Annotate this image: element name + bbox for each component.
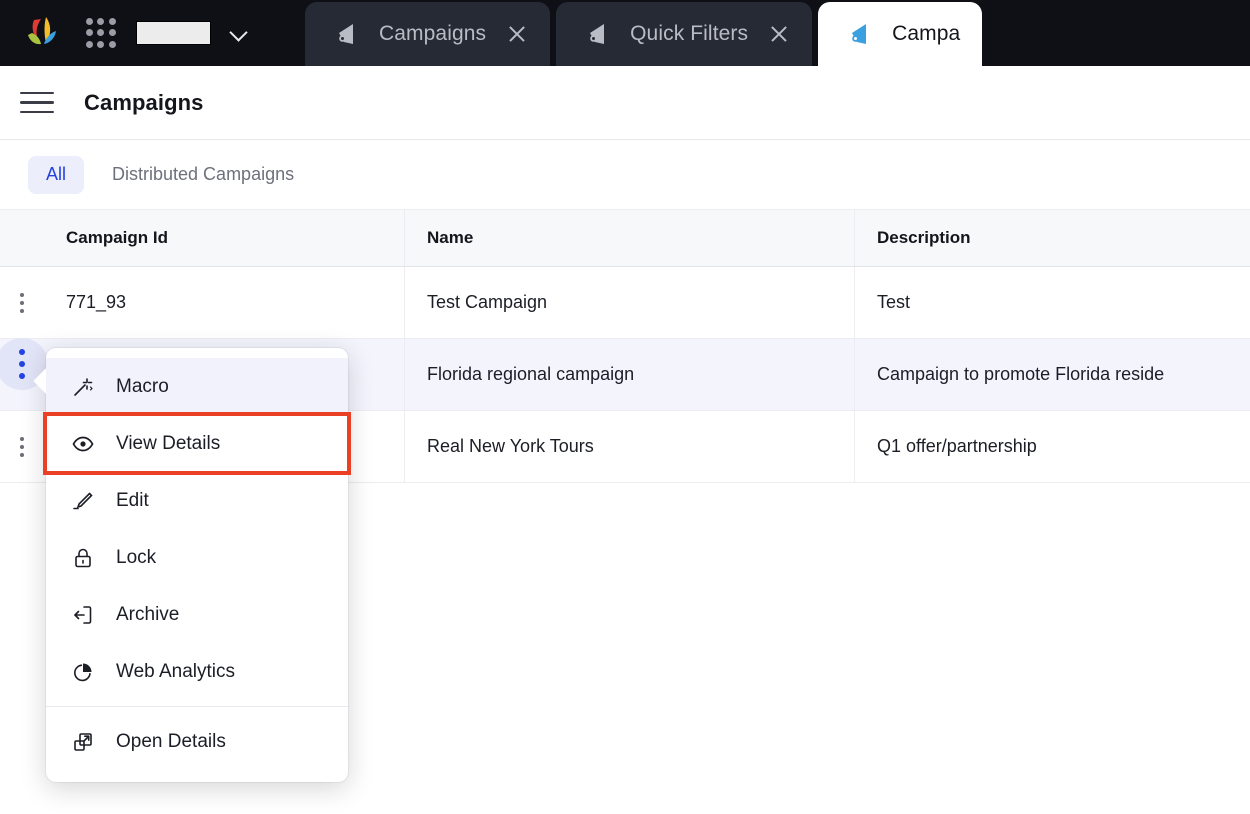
cell-name: Test Campaign (405, 267, 855, 338)
megaphone-icon (331, 20, 359, 48)
filter-tab-all[interactable]: All (28, 155, 85, 194)
context-menu-item-label: View Details (116, 432, 221, 454)
browser-tab-strip: Campaigns Quick Filters Campa (0, 0, 1250, 66)
row-actions-kebab[interactable] (0, 267, 44, 338)
table-row[interactable]: 771_93 Test Campaign Test (0, 267, 1250, 339)
cell-campaign-id: 771_93 (44, 267, 405, 338)
context-menu-item-lock[interactable]: Lock (46, 529, 348, 586)
page-header: Campaigns (0, 66, 1250, 140)
megaphone-icon (844, 20, 872, 48)
cell-description: Q1 offer/partnership (877, 436, 1037, 456)
context-menu-item-archive[interactable]: Archive (46, 586, 348, 643)
context-menu-item-label: Archive (116, 603, 180, 625)
row-actions-kebab[interactable] (0, 411, 44, 482)
eye-icon (70, 431, 96, 457)
page-title: Campaigns (84, 89, 204, 115)
cell-description: Test (877, 292, 911, 312)
apps-grid-icon[interactable] (84, 16, 118, 50)
browser-tab-campaigns-active[interactable]: Campa (818, 2, 983, 66)
context-menu-item-macro[interactable]: Macro (46, 358, 348, 415)
context-menu-item-label: Lock (116, 546, 157, 568)
filter-tab-label: All (46, 164, 67, 184)
close-icon[interactable] (768, 23, 790, 45)
cell-description: Campaign to promote Florida reside (877, 364, 1165, 384)
chevron-down-icon[interactable] (229, 23, 249, 43)
table-header-row: Campaign Id Name Description (0, 210, 1250, 267)
browser-tab-label: Campaigns (379, 22, 487, 45)
kebab-menu-icon[interactable] (9, 290, 35, 316)
context-menu-item-label: Macro (116, 375, 169, 397)
lock-icon (70, 545, 96, 571)
open-in-new-icon (70, 729, 96, 755)
archive-icon (70, 602, 96, 628)
context-menu-item-label: Web Analytics (116, 660, 235, 682)
hamburger-menu-icon[interactable] (20, 90, 54, 116)
context-menu-item-label: Open Details (116, 730, 226, 752)
pie-chart-icon (70, 659, 96, 685)
context-menu-divider (46, 706, 348, 707)
magic-wand-icon (70, 374, 96, 400)
browser-tab-label: Campa (892, 22, 961, 45)
browser-tab-label: Quick Filters (630, 22, 749, 45)
pencil-icon (70, 488, 96, 514)
megaphone-icon (582, 20, 610, 48)
column-header-name[interactable]: Name (405, 210, 855, 266)
cell-name: Florida regional campaign (405, 339, 855, 410)
filter-tab-label: Distributed Campaigns (112, 164, 295, 184)
brand-zone (0, 0, 305, 66)
row-context-menu: Macro View Details Edit Lock Archive Web… (43, 348, 351, 782)
zoho-logo-icon[interactable] (20, 13, 66, 53)
kebab-menu-icon[interactable] (9, 434, 35, 460)
context-menu-item-label: Edit (116, 489, 149, 511)
context-menu-item-edit[interactable]: Edit (46, 472, 348, 529)
context-menu-item-view-details[interactable]: View Details (43, 412, 351, 475)
close-icon[interactable] (506, 23, 528, 45)
column-header-description[interactable]: Description (855, 210, 1250, 266)
filter-tab-bar: All Distributed Campaigns (0, 140, 1250, 210)
browser-tab-quick-filters[interactable]: Quick Filters (556, 2, 813, 66)
filter-tab-distributed-campaigns[interactable]: Distributed Campaigns (94, 156, 312, 194)
context-menu-item-web-analytics[interactable]: Web Analytics (46, 643, 348, 700)
org-selector-field[interactable] (136, 21, 211, 45)
cell-name: Real New York Tours (405, 411, 855, 482)
column-header-campaign-id[interactable]: Campaign Id (44, 210, 405, 266)
browser-tab-campaigns[interactable]: Campaigns (305, 2, 551, 66)
context-menu-item-open-details[interactable]: Open Details (46, 713, 348, 770)
header-actions-spacer (0, 210, 44, 266)
